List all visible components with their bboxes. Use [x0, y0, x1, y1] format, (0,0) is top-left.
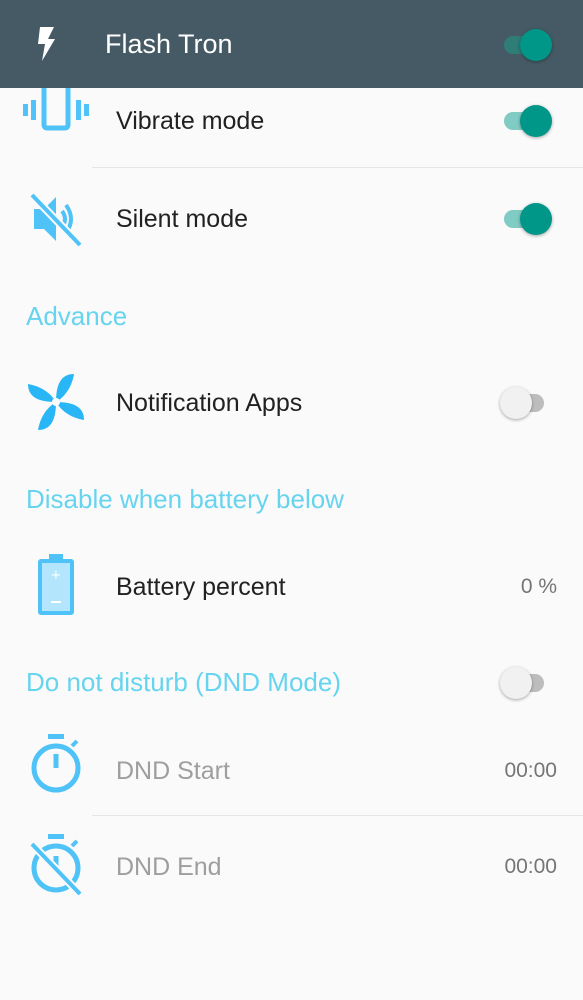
- dnd-end-row[interactable]: DND End 00:00: [0, 816, 583, 916]
- dnd-start-value: 00:00: [504, 759, 557, 782]
- volume-off-icon: [29, 192, 83, 248]
- switch-thumb: [520, 105, 552, 137]
- switch-thumb: [520, 29, 552, 61]
- master-toggle-switch[interactable]: [500, 28, 556, 61]
- notification-apps-row[interactable]: Notification Apps: [0, 352, 583, 452]
- dnd-start-label: DND Start: [116, 757, 230, 785]
- notification-apps-label: Notification Apps: [116, 389, 303, 417]
- dnd-section-header[interactable]: Do not disturb (DND Mode): [0, 660, 583, 710]
- notification-apps-switch[interactable]: [500, 386, 556, 419]
- silent-mode-switch[interactable]: [500, 202, 556, 235]
- app-title: Flash Tron: [105, 29, 233, 59]
- vibrate-mode-switch[interactable]: [500, 104, 556, 137]
- vibrate-icon: [23, 88, 89, 131]
- dnd-start-row[interactable]: DND Start 00:00: [0, 718, 583, 814]
- dnd-end-value: 00:00: [504, 855, 557, 878]
- battery-percent-row[interactable]: + Battery percent 0 %: [0, 536, 583, 636]
- vibrate-mode-label: Vibrate mode: [116, 107, 265, 135]
- silent-mode-label: Silent mode: [116, 205, 249, 233]
- section-title-battery: Disable when battery below: [26, 484, 344, 514]
- svg-text:+: +: [51, 568, 62, 583]
- switch-thumb: [500, 387, 532, 419]
- app-bar: Flash Tron: [0, 0, 583, 88]
- battery-icon: +: [38, 554, 74, 615]
- timer-icon: [31, 734, 81, 793]
- fan-icon: [28, 374, 84, 430]
- battery-percent-label: Battery percent: [116, 573, 286, 601]
- battery-percent-value: 0 %: [520, 575, 557, 598]
- vibrate-mode-row[interactable]: Vibrate mode: [0, 88, 583, 168]
- timer-off-icon: [29, 834, 83, 897]
- section-title-advance: Advance: [26, 301, 128, 331]
- flash-icon: [38, 27, 55, 61]
- section-title-dnd: Do not disturb (DND Mode): [26, 667, 341, 697]
- switch-thumb: [500, 667, 532, 699]
- dnd-end-label: DND End: [116, 853, 222, 881]
- switch-thumb: [520, 203, 552, 235]
- dnd-mode-switch[interactable]: [500, 666, 556, 699]
- silent-mode-row[interactable]: Silent mode: [0, 168, 583, 268]
